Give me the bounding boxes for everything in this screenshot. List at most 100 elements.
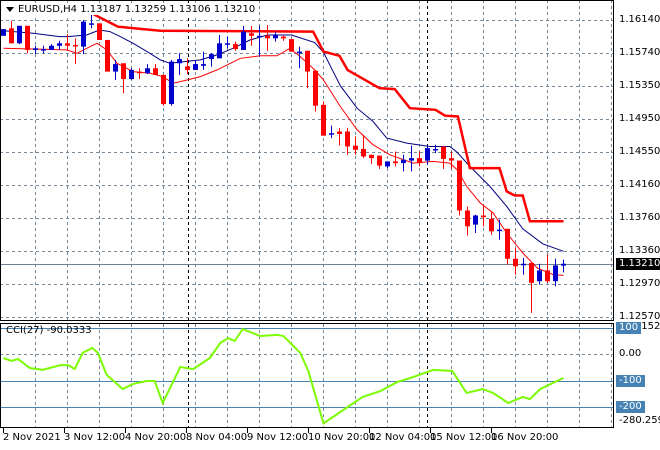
bear-candle [305, 50, 310, 89]
cci-tick-label: 0.00 [619, 348, 642, 359]
bear-candle [137, 68, 142, 80]
bear-candle [481, 206, 486, 227]
bull-candle [201, 51, 206, 70]
candle-body [89, 23, 94, 25]
candle-body [193, 64, 198, 70]
time-tick-label: 16 Nov 20:00 [491, 432, 559, 443]
bear-candle [361, 134, 366, 159]
bull-candle [1, 29, 6, 36]
candle-body [505, 228, 510, 259]
price-tick-label: 1.15350 [619, 79, 660, 91]
candle-body [65, 43, 70, 46]
bull-candle [89, 14, 94, 29]
bear-candle [105, 39, 110, 72]
bear-candle [377, 155, 382, 169]
bull-candle [241, 25, 246, 50]
ohlc-high: 1.13259 [124, 4, 167, 15]
red-ma-line [3, 42, 564, 276]
candle-body [521, 263, 526, 266]
candle-body [153, 68, 158, 75]
stop-line-line [74, 3, 564, 223]
candle-body [369, 154, 374, 159]
price-tick-label: 1.14550 [619, 146, 660, 158]
symbol-header[interactable]: EURUSD,H4 1.13187 1.13259 1.13106 1.1321… [4, 4, 258, 15]
bull-candle [537, 263, 542, 285]
time-tick-label: 12 Nov 04:00 [369, 432, 437, 443]
main-panel-border [0, 0, 614, 321]
cci-level-tag: -200 [616, 401, 645, 413]
candle-body [337, 131, 342, 134]
bull-candle [177, 53, 182, 75]
bull-candle [329, 125, 334, 139]
candle-body [393, 161, 398, 164]
candle-body [49, 45, 54, 50]
candle-body [169, 61, 174, 105]
time-tick-label: 3 Nov 12:00 [64, 432, 126, 443]
candle-body [305, 50, 310, 72]
candle-body [441, 146, 446, 159]
candle-body [185, 66, 190, 70]
candle-body [249, 33, 254, 36]
candle-body [489, 218, 494, 232]
price-tick-label: 1.16140 [619, 14, 660, 25]
bear-candle [321, 101, 326, 136]
cci-panel [0, 327, 614, 426]
bear-candle [417, 151, 422, 167]
bull-candle [561, 259, 566, 273]
bear-candle [505, 228, 510, 265]
cci-label: CCI(27) -90.0333 [6, 325, 92, 336]
time-tick-label: 15 Nov 12:00 [430, 432, 498, 443]
candle-body [113, 64, 118, 72]
candle-body [41, 49, 46, 51]
dropdown-triangle-icon[interactable] [6, 6, 14, 12]
bull-candle [169, 59, 174, 106]
bear-candle [289, 39, 294, 52]
bear-candle [73, 38, 78, 65]
symbol-name: EURUSD,H4 [18, 4, 78, 15]
price-tick-label: 1.14160 [619, 178, 660, 190]
candle-body [145, 68, 150, 74]
candle-body [361, 148, 366, 157]
chart-canvas[interactable] [0, 0, 660, 450]
bull-candle [409, 145, 414, 172]
candle-body [257, 35, 262, 38]
bear-candle [457, 160, 462, 216]
candle-body [217, 43, 222, 59]
candle-body [513, 258, 518, 267]
bear-candle [345, 128, 350, 155]
bear-candle [337, 128, 342, 146]
candle-body [433, 148, 438, 151]
candle-body [425, 148, 430, 161]
candle-body [553, 265, 558, 282]
cci-level-tag: 100 [616, 322, 642, 334]
bull-candle [49, 44, 54, 50]
bear-candle [9, 20, 14, 44]
candle-body [57, 43, 62, 46]
cci-panel-border [0, 323, 614, 428]
price-tick-label: 1.14950 [619, 113, 660, 124]
bull-candle [385, 161, 390, 169]
candle-body [297, 51, 302, 54]
candle-body [321, 104, 326, 136]
candle-body [209, 54, 214, 60]
candle-body [449, 158, 454, 161]
candle-body [33, 48, 38, 50]
candle-body [201, 64, 206, 66]
candle-body [225, 43, 230, 45]
candle-body [497, 229, 502, 232]
bear-candle [153, 64, 158, 75]
last-price-tag: 1.13210 [616, 258, 660, 270]
candle-body [177, 59, 182, 64]
bear-candle [441, 146, 446, 169]
ohlc-open: 1.13187 [80, 4, 122, 15]
candle-body [241, 31, 246, 50]
candle-body [265, 35, 270, 39]
candle-body [377, 155, 382, 166]
bear-candle [529, 262, 534, 313]
candle-body [409, 158, 414, 161]
candle-body [233, 44, 238, 50]
candle-body [329, 133, 334, 135]
bear-candle [97, 23, 102, 40]
candle-body [81, 21, 86, 47]
bull-candle [521, 257, 526, 275]
